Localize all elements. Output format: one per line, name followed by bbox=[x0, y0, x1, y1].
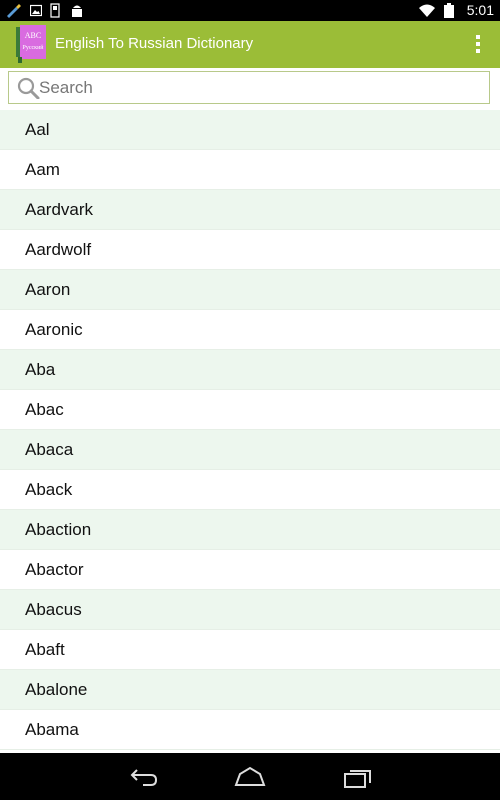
app-title: English To Russian Dictionary bbox=[55, 35, 254, 52]
list-item[interactable]: Aal bbox=[0, 110, 500, 150]
list-item[interactable]: Abalone bbox=[0, 670, 500, 710]
battery-icon bbox=[444, 3, 454, 18]
list-item[interactable]: Abactor bbox=[0, 550, 500, 590]
word-list: Aal Aam Aardvark Aardwolf Aaron Aaronic Aba Aba… bbox=[0, 110, 500, 753]
list-item[interactable]: Abaft bbox=[0, 630, 500, 670]
list-item[interactable]: Abac bbox=[0, 390, 500, 430]
list-item[interactable]: Abaca bbox=[0, 430, 500, 470]
search-icon bbox=[17, 77, 40, 99]
list-item[interactable]: Aam bbox=[0, 150, 500, 190]
list-item[interactable]: Aardwolf bbox=[0, 230, 500, 270]
dictionary-book-icon[interactable]: ABC Русский bbox=[14, 25, 48, 63]
list-item[interactable]: Aba bbox=[0, 350, 500, 390]
logo-text-russian: Русский bbox=[23, 44, 45, 51]
status-bar: 5:01 bbox=[0, 0, 500, 21]
list-item[interactable]: Abacus bbox=[0, 590, 500, 630]
android-debug-icon bbox=[72, 5, 82, 17]
list-item[interactable]: Aaronic bbox=[0, 310, 500, 350]
list-item[interactable]: Abaction bbox=[0, 510, 500, 550]
action-bar: ABC Русский English To Russian Dictionar… bbox=[0, 21, 500, 68]
back-icon[interactable] bbox=[129, 765, 159, 789]
list-item[interactable]: Aback bbox=[0, 470, 500, 510]
search-input[interactable] bbox=[39, 76, 479, 100]
list-item[interactable]: Aardvark bbox=[0, 190, 500, 230]
list-item[interactable]: Aaron bbox=[0, 270, 500, 310]
recent-apps-icon[interactable] bbox=[343, 765, 373, 789]
sd-card-icon bbox=[50, 3, 60, 18]
search-box[interactable] bbox=[8, 71, 490, 104]
list-item[interactable]: Abama bbox=[0, 710, 500, 750]
wifi-icon bbox=[419, 4, 435, 17]
status-time: 5:01 bbox=[466, 2, 494, 18]
overflow-menu-icon[interactable] bbox=[474, 35, 482, 55]
home-icon[interactable] bbox=[234, 765, 266, 789]
logo-text-abc: ABC bbox=[25, 31, 41, 40]
image-icon bbox=[30, 4, 42, 17]
nav-bar bbox=[0, 753, 500, 800]
notification-app-icon bbox=[7, 4, 21, 18]
